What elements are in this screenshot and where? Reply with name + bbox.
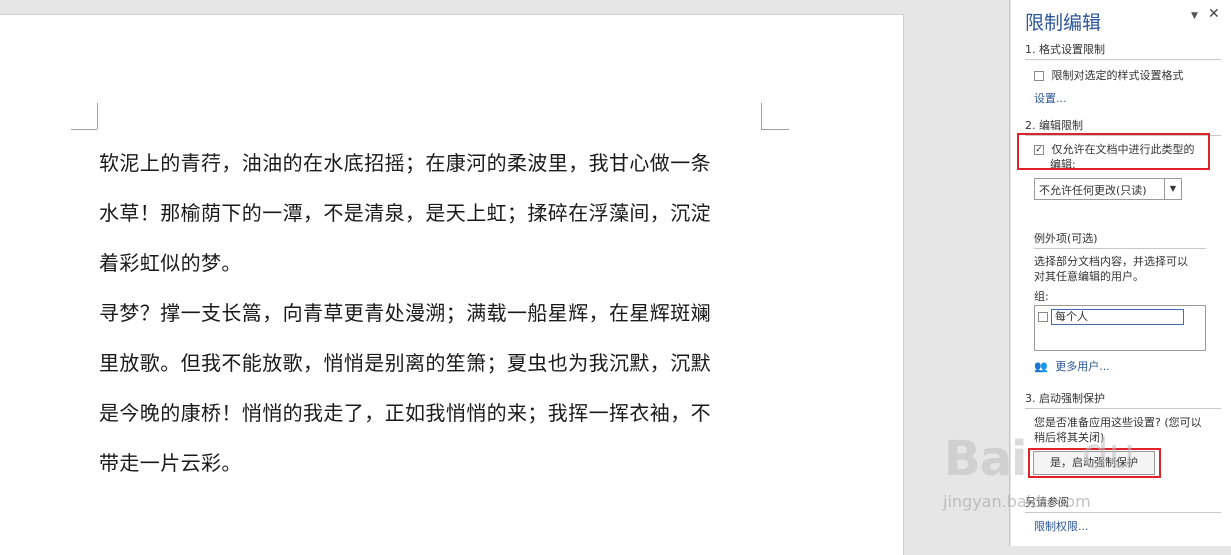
document-line: 软泥上的青荇，油油的在水底招摇；在康河的柔波里，我甘心做一条 xyxy=(99,151,711,175)
watermark-url: jingyan.baidu.com xyxy=(943,492,1091,511)
editing-type-value: 不允许任何更改(只读) xyxy=(1039,184,1147,197)
watermark-paw: du xyxy=(1082,429,1136,478)
document-line: 是今晚的康桥！悄悄的我走了，正如我悄悄的来；我挥一挥衣袖，不 xyxy=(99,401,711,425)
crop-mark xyxy=(97,103,98,129)
section-heading-enforcement: 3. 启动强制保护 xyxy=(1025,390,1221,409)
format-restriction-checkbox[interactable] xyxy=(1034,71,1044,81)
settings-link[interactable]: 设置... xyxy=(1034,90,1067,106)
watermark-logo: Bai xyxy=(944,431,1027,487)
close-icon[interactable]: ✕ xyxy=(1208,6,1220,22)
editing-restriction-checkbox[interactable]: ✓ xyxy=(1034,145,1044,155)
format-restriction-label: 限制对选定的样式设置格式 xyxy=(1051,69,1184,82)
restrict-permission-link[interactable]: 限制权限... xyxy=(1034,518,1089,534)
document-page[interactable]: 软泥上的青荇，油油的在水底招摇；在康河的柔波里，我甘心做一条 水草！那榆荫下的一… xyxy=(0,14,904,555)
crop-mark xyxy=(761,129,789,130)
document-line: 着彩虹似的梦。 xyxy=(99,251,242,275)
exceptions-heading: 例外项(可选) xyxy=(1034,230,1206,249)
groups-list[interactable]: 每个人 xyxy=(1034,305,1206,351)
editing-restriction-option[interactable]: ✓ 仅允许在文档中进行此类型的 xyxy=(1034,141,1195,157)
editing-type-select[interactable]: 不允许任何更改(只读) ▼ xyxy=(1034,178,1182,200)
section-heading-formatting: 1. 格式设置限制 xyxy=(1025,41,1221,60)
group-everyone-item[interactable]: 每个人 xyxy=(1051,309,1184,325)
enforcement-description: 您是否准备应用这些设置? (您可以 xyxy=(1034,416,1202,429)
crop-mark xyxy=(761,103,762,129)
document-area: 软泥上的青荇，油油的在水底招摇；在康河的柔波里，我甘心做一条 水草！那榆荫下的一… xyxy=(0,0,1010,555)
document-line: 带走一片云彩。 xyxy=(99,451,242,475)
section-heading-editing: 2. 编辑限制 xyxy=(1025,117,1221,136)
document-body[interactable]: 软泥上的青荇，油油的在水底招摇；在康河的柔波里，我甘心做一条 水草！那榆荫下的一… xyxy=(99,138,769,488)
chevron-down-icon[interactable]: ▼ xyxy=(1191,11,1198,21)
editing-restriction-label: 仅允许在文档中进行此类型的 xyxy=(1051,143,1195,156)
document-line: 里放歌。但我不能放歌，悄悄是别离的笙箫；夏虫也为我沉默，沉默 xyxy=(99,351,711,375)
more-users-row[interactable]: 👥 更多用户... xyxy=(1034,358,1110,374)
crop-mark xyxy=(71,129,97,130)
editing-restriction-label-cont: 编辑: xyxy=(1050,158,1076,171)
pane-title: 限制编辑 xyxy=(1025,12,1102,34)
group-everyone-checkbox[interactable] xyxy=(1038,312,1048,322)
exceptions-description: 对其任意编辑的用户。 xyxy=(1034,270,1144,283)
document-line: 水草！那榆荫下的一潭，不是清泉，是天上虹；揉碎在浮藻间，沉淀 xyxy=(99,201,711,225)
users-icon: 👥 xyxy=(1034,360,1048,373)
chevron-down-icon[interactable]: ▼ xyxy=(1164,179,1181,199)
format-restriction-option[interactable]: 限制对选定的样式设置格式 xyxy=(1034,67,1184,83)
exceptions-description: 选择部分文档内容，并选择可以 xyxy=(1034,255,1188,268)
document-line: 寻梦？撑一支长篙，向青草更青处漫溯；满载一船星辉，在星辉斑斓 xyxy=(99,301,711,325)
more-users-link[interactable]: 更多用户... xyxy=(1055,360,1110,373)
groups-label: 组: xyxy=(1034,290,1049,303)
